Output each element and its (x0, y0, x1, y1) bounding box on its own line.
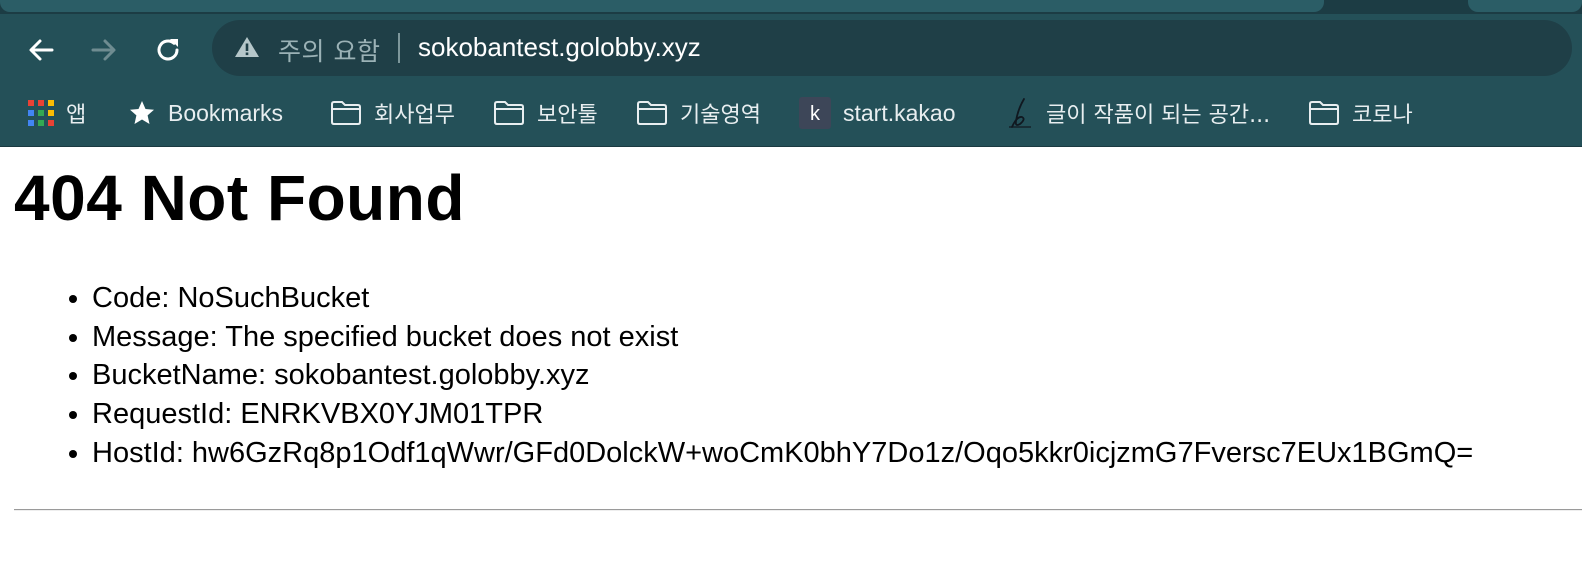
browser-chrome: 주의 요함 sokobantest.golobby.xyz 앱 Bookmark… (0, 0, 1582, 147)
list-item-request-id: RequestId: ENRKVBX0YJM01TPR (92, 395, 1473, 434)
forward-button[interactable] (86, 32, 122, 68)
bookmark-brunch[interactable]: 글이 작품이 되는 공간... (1006, 96, 1270, 130)
bookmark-bookmarks[interactable]: Bookmarks (128, 96, 283, 130)
kakao-k-icon: k (799, 97, 831, 129)
folder-icon (637, 101, 667, 125)
bookmark-apps[interactable]: 앱 (28, 96, 86, 130)
page-title: 404 Not Found (14, 162, 465, 234)
error-details-list: Code: NoSuchBucket Message: The specifie… (52, 279, 1473, 472)
page-content: 404 Not Found Code: NoSuchBucket Message… (0, 147, 1582, 566)
folder-icon (331, 101, 361, 125)
bookmark-folder-corona[interactable]: 코로나 (1308, 96, 1413, 130)
reload-button[interactable] (150, 32, 186, 68)
bookmark-label: start.kakao (843, 99, 956, 126)
bookmark-start-kakao[interactable]: k start.kakao (799, 96, 956, 130)
horizontal-rule (14, 509, 1582, 511)
bookmark-folder-tech[interactable]: 기술영역 (636, 96, 761, 130)
back-arrow-icon (29, 39, 54, 61)
folder-icon (1309, 101, 1339, 125)
bookmark-label: 기술영역 (680, 103, 761, 128)
folder-icon (494, 101, 524, 125)
bookmark-label: 코로나 (1352, 103, 1413, 128)
star-icon (130, 101, 154, 124)
list-item-bucket-name: BucketName: sokobantest.golobby.xyz (92, 356, 1473, 395)
apps-grid-icon (28, 100, 54, 126)
address-bar[interactable]: 주의 요함 sokobantest.golobby.xyz (212, 20, 1572, 76)
bookmarks-bar: 앱 Bookmarks 회사업무 보안툴 기술영역 k start.kakao … (0, 80, 1582, 146)
inactive-tab-edge[interactable] (1468, 0, 1582, 12)
forward-arrow-icon (91, 39, 116, 61)
bookmark-label: 글이 작품이 되는 공간... (1046, 103, 1271, 128)
url-text[interactable]: sokobantest.golobby.xyz (418, 32, 701, 63)
tab-strip (0, 0, 1582, 14)
bookmark-folder-company[interactable]: 회사업무 (330, 96, 455, 130)
bookmark-folder-security-tools[interactable]: 보안툴 (493, 96, 598, 130)
bookmark-label: Bookmarks (168, 99, 284, 126)
reload-icon (157, 39, 179, 61)
toolbar: 주의 요함 sokobantest.golobby.xyz (0, 14, 1582, 80)
list-item-code: Code: NoSuchBucket (92, 279, 1473, 318)
bookmark-label: 앱 (66, 103, 87, 128)
warning-triangle-icon[interactable] (234, 35, 260, 59)
list-item-host-id: HostId: hw6GzRq8p1Odf1qWwr/GFd0DolckW+wo… (92, 434, 1473, 473)
bookmark-label: 회사업무 (374, 103, 455, 128)
bookmark-label: 보안툴 (537, 103, 598, 128)
list-item-message: Message: The specified bucket does not e… (92, 318, 1473, 357)
omnibox-separator (398, 33, 400, 63)
security-status-label[interactable]: 주의 요함 (278, 32, 380, 68)
brunch-pen-icon (1009, 98, 1031, 128)
active-tab-edge[interactable] (0, 0, 1324, 12)
back-button[interactable] (23, 32, 59, 68)
svg-text:k: k (810, 103, 821, 125)
